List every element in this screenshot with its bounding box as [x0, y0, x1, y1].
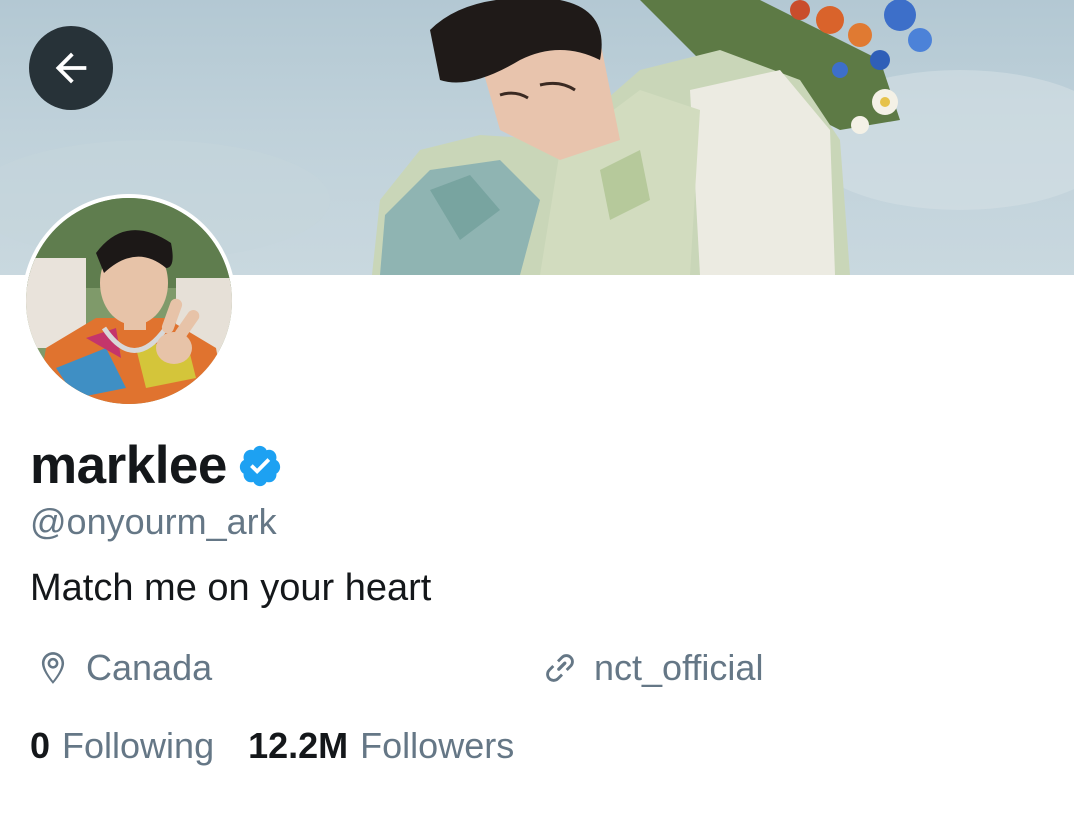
profile-stats: 0 Following 12.2M Followers — [30, 722, 548, 770]
following-stat[interactable]: 0 Following — [30, 722, 214, 770]
followers-count: 12.2M — [248, 725, 349, 766]
location-text: Canada — [86, 647, 213, 688]
profile-name-row: marklee — [30, 434, 283, 498]
following-count: 0 — [30, 725, 51, 766]
following-label: Following — [62, 725, 215, 766]
verified-badge-icon — [239, 445, 281, 487]
profile-handle: @onyourm_ark — [30, 501, 277, 542]
location-pin-icon — [41, 652, 65, 684]
website-link[interactable]: nct_official — [594, 644, 763, 692]
profile-bio: Match me on your heart — [30, 567, 432, 609]
arrow-left-icon — [55, 52, 87, 84]
followers-label: Followers — [360, 725, 515, 766]
profile-location: Canada — [34, 644, 212, 692]
link-icon — [546, 654, 574, 682]
profile-photo — [26, 198, 232, 404]
profile-website[interactable]: nct_official — [540, 644, 763, 692]
followers-stat[interactable]: 12.2M Followers — [248, 722, 514, 770]
back-button[interactable] — [29, 26, 113, 110]
profile-name: marklee — [30, 436, 227, 495]
avatar[interactable] — [22, 194, 236, 408]
